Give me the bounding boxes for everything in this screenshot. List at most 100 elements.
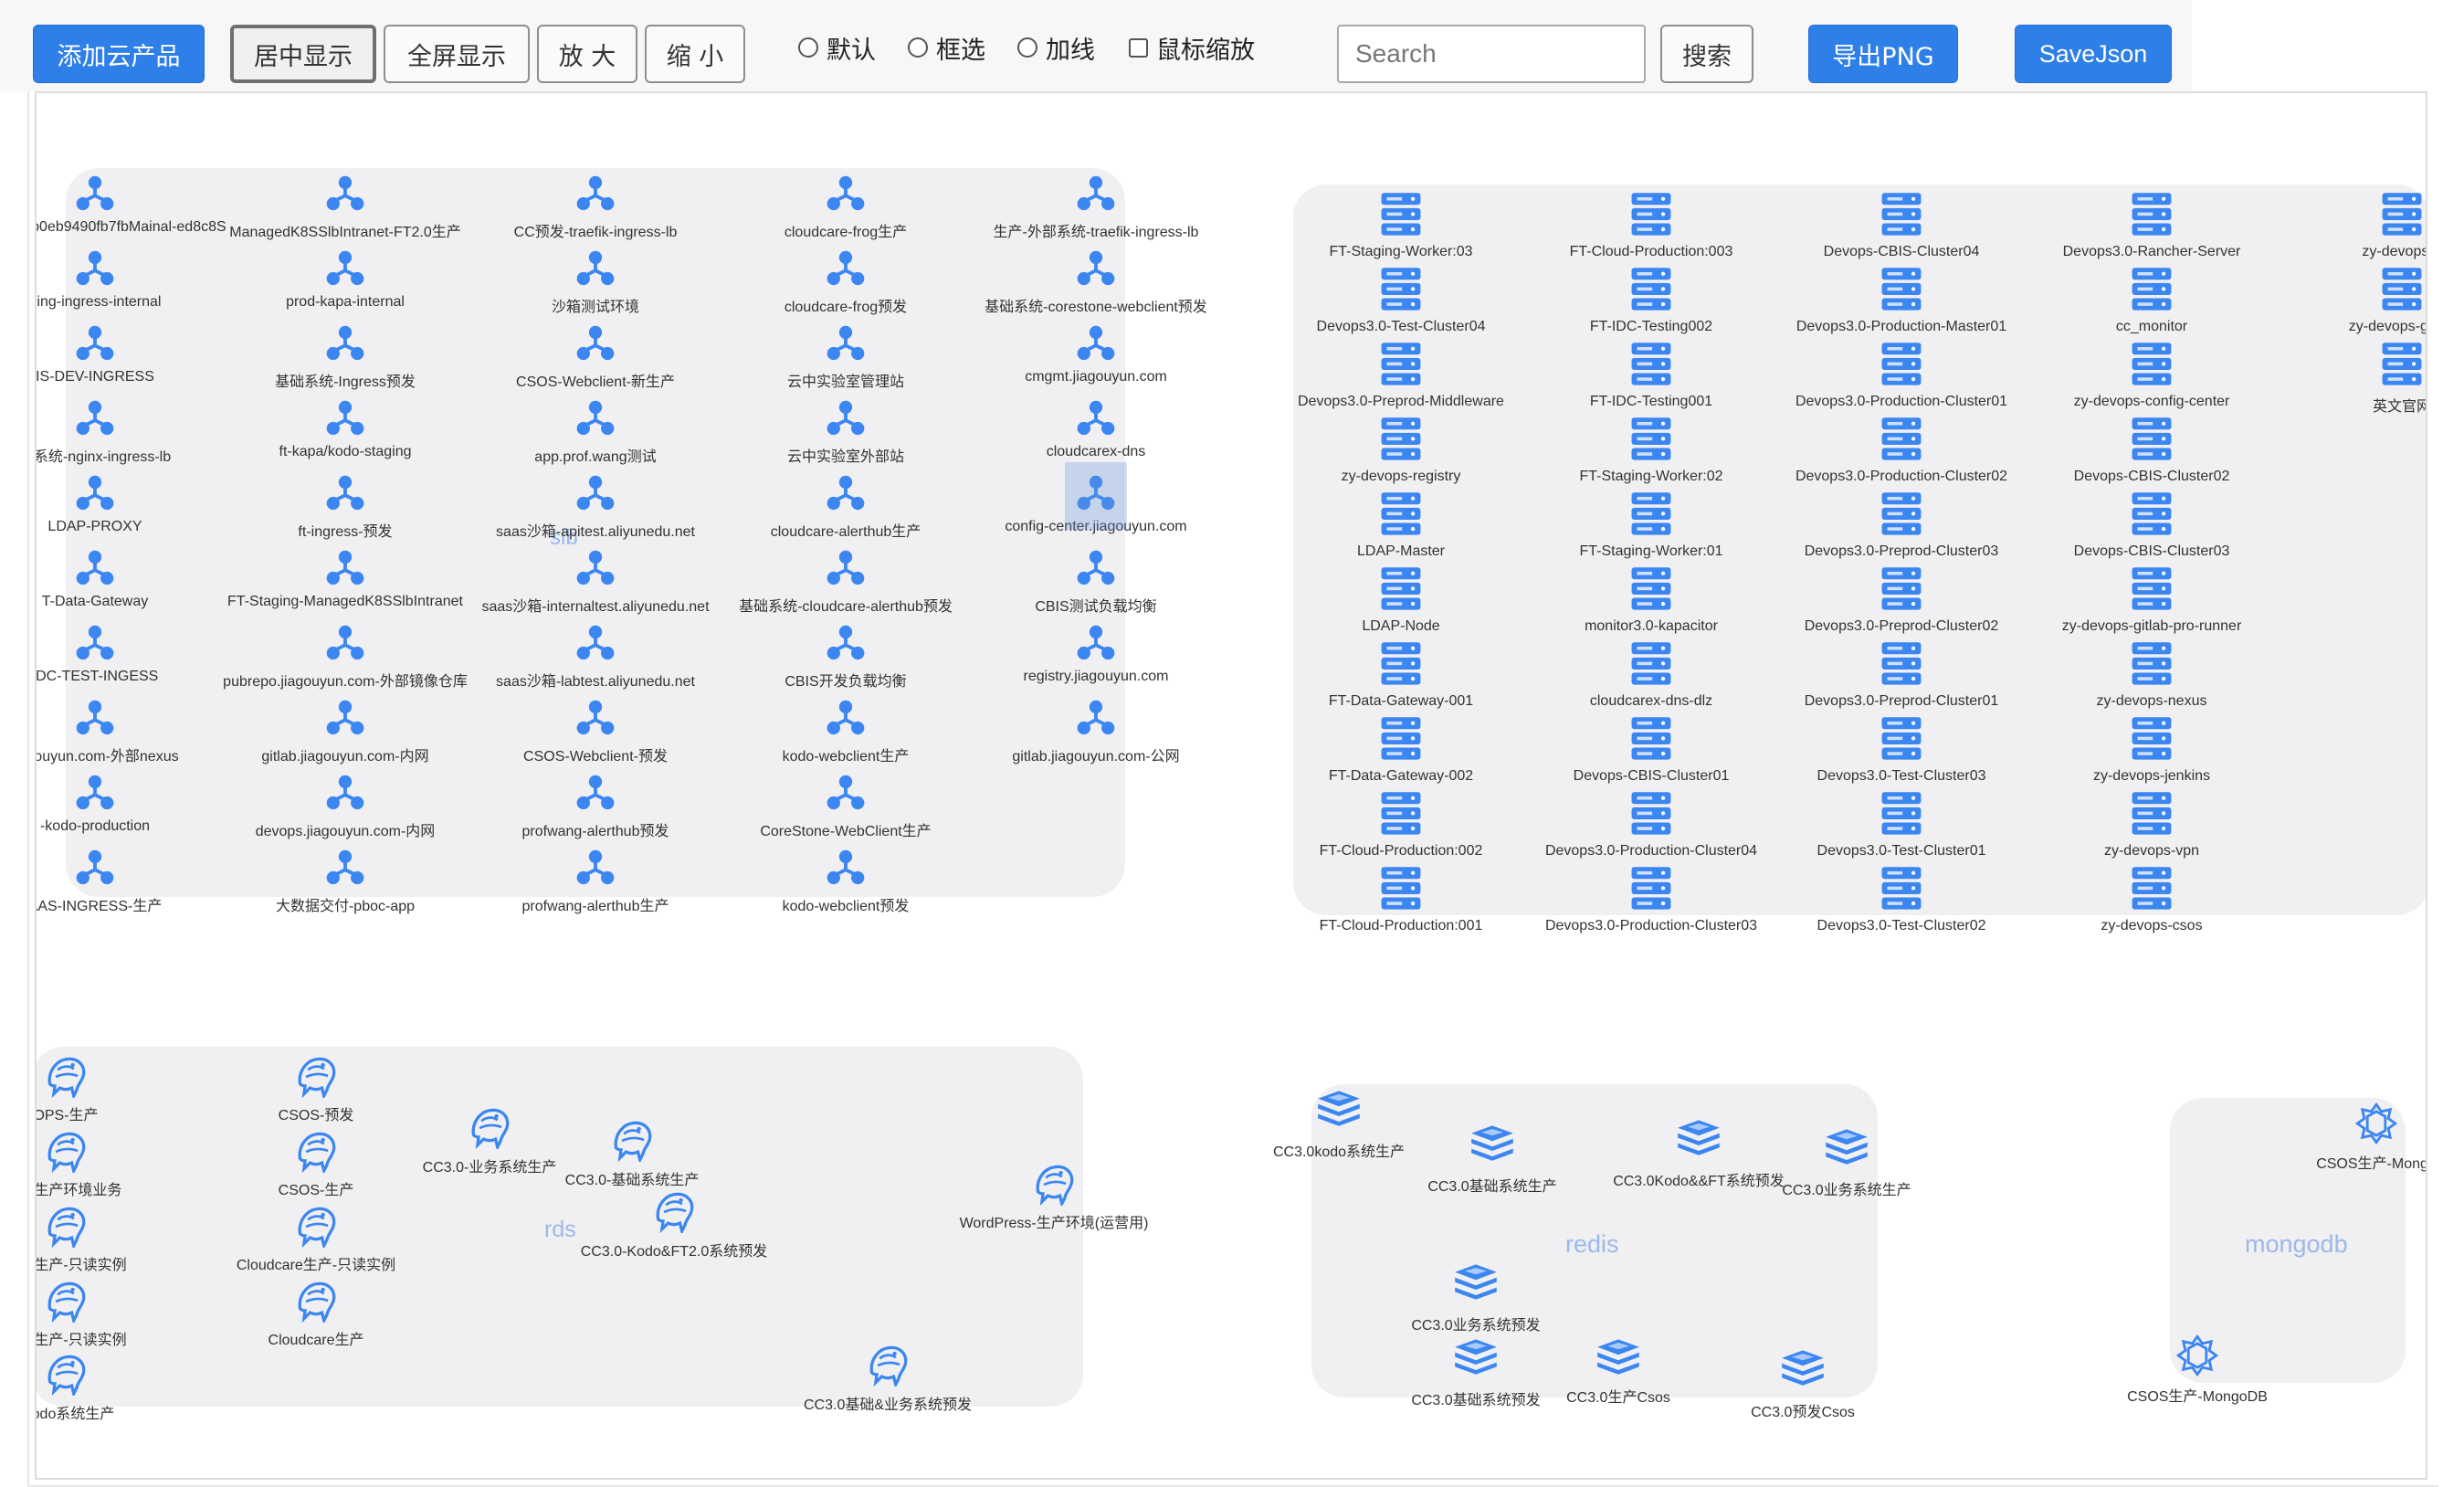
slb-icon (1075, 248, 1117, 289)
checkbox-square-icon (1129, 37, 1148, 58)
node-label: CC3.0预发Csos (1751, 1405, 1855, 1420)
node-label: WordPress-生产环境(运营用) (959, 1216, 1149, 1231)
node-label: gitlab.jiagouyun.com-公网 (1012, 749, 1180, 765)
mongodb-hexagon-icon (2354, 1102, 2398, 1145)
server-icon (2379, 192, 2425, 237)
slb-icon (825, 248, 867, 289)
save-json-button[interactable]: SaveJson (2015, 25, 2172, 83)
node-label: Devops-CBIS-Cluster04 (1823, 244, 1980, 259)
node-label: 云中实验室外部站 (786, 449, 905, 465)
node-label: zy-devops-nexus (2096, 693, 2207, 709)
rds-group-label: rds (544, 1217, 576, 1242)
node-label: cloudcarex-dns-dlz (1589, 693, 1713, 709)
slb-icon (574, 398, 616, 438)
slb-icon (324, 323, 366, 364)
node-label: CSOS生产-MongoDB (2127, 1389, 2268, 1405)
slb-icon (574, 848, 616, 888)
node-label: CC3.0kodo系统生产 (1272, 1144, 1406, 1160)
mysql-dolphin-icon (294, 1054, 338, 1098)
fullscreen-button[interactable]: 全屏显示 (384, 25, 530, 83)
node-label: jiagouyun.com-外部nexus (35, 749, 179, 765)
server-icon (1879, 566, 1924, 612)
mode-default-label: 默认 (827, 36, 876, 65)
node-label: Devops-CBIS-Cluster03 (2073, 543, 2230, 559)
slb-icon (324, 698, 366, 738)
mode-box-select-label: 框选 (936, 36, 985, 65)
slb-icon (324, 398, 366, 438)
node-label: 基础系统-corestone-webclient预发 (985, 300, 1207, 315)
toolbar: 添加云产品 居中显示 全屏显示 放 大 缩 小 默认 框选 加线 鼠标缩放 搜索… (0, 0, 2192, 91)
mysql-dolphin-icon (610, 1118, 654, 1162)
slb-icon (574, 623, 616, 663)
node-label: zy-devops-gitlab (2348, 319, 2426, 334)
node-label: CC3.0-基础系统生产 (564, 1173, 700, 1188)
node-label: FT-Cloud-Production:003 (1569, 244, 1733, 259)
mode-default-radio[interactable]: 默认 (798, 29, 876, 66)
radio-circle-icon (798, 37, 818, 58)
server-icon (2129, 417, 2174, 462)
node-label: Cloudcare生产-只读实例 (236, 1258, 396, 1273)
mouse-zoom-checkbox[interactable]: 鼠标缩放 (1129, 29, 1255, 66)
mysql-dolphin-icon (294, 1279, 338, 1323)
mode-box-select-radio[interactable]: 框选 (908, 29, 985, 66)
slb-icon (74, 323, 116, 364)
slb-icon (574, 773, 616, 813)
slb-icon (574, 323, 616, 364)
slb-icon (324, 174, 366, 214)
server-icon (2129, 342, 2174, 387)
redis-stack-icon (1450, 1262, 1501, 1306)
server-icon (1628, 192, 1674, 237)
node-label: saas沙箱-apitest.aliyunedu.net (496, 524, 695, 540)
node-label: saas沙箱-labtest.aliyunedu.net (496, 674, 695, 690)
node-label: devops.jiagouyun.com-内网 (255, 824, 436, 839)
node-label: CSOS生产-Mongo (2316, 1156, 2427, 1172)
server-icon (2129, 791, 2174, 837)
node-label: CC3.0业务系统预发 (1411, 1318, 1541, 1334)
zoom-out-button[interactable]: 缩 小 (645, 25, 745, 83)
slb-icon (1075, 548, 1117, 588)
search-input[interactable] (1337, 25, 1646, 83)
slb-icon (825, 698, 867, 738)
redis-stack-icon (1450, 1337, 1501, 1381)
search-button[interactable]: 搜索 (1660, 25, 1753, 83)
redis-stack-icon (1777, 1348, 1828, 1392)
node-label: FT-Staging-Worker:02 (1579, 469, 1723, 484)
node-label: T-Data-Gateway (41, 594, 149, 609)
node-label: Cloudcare生产 (268, 1333, 364, 1348)
node-label: gitlab.jiagouyun.com-内网 (261, 749, 429, 765)
node-label: Devops3.0-Production-Cluster01 (1795, 394, 2008, 409)
slb-icon (324, 623, 366, 663)
node-label: profwang-alerthub预发 (521, 824, 669, 839)
node-label: Devops-CBIS-Cluster01 (1573, 768, 1730, 784)
node-label: CC3.0-业务系统生产 (422, 1160, 557, 1176)
node-label: Devops3.0-Test-Cluster04 (1316, 319, 1486, 334)
server-icon (1378, 417, 1424, 462)
server-icon (1628, 866, 1674, 912)
slb-icon (825, 398, 867, 438)
slb-icon (825, 623, 867, 663)
server-icon (1378, 866, 1424, 912)
server-icon (1628, 267, 1674, 312)
node-label: IDC-TEST-INGESS (35, 669, 159, 684)
node-label: app.prof.wang测试 (534, 449, 657, 465)
node-label: Devops3.0-Rancher-Server (2062, 244, 2241, 259)
center-view-button[interactable]: 居中显示 (230, 25, 376, 83)
export-png-button[interactable]: 导出PNG (1808, 25, 1958, 83)
node-label: saas沙箱-internaltest.aliyunedu.net (481, 599, 710, 615)
server-icon (2129, 641, 2174, 687)
node-label: IS-DEV-INGRESS (36, 369, 154, 385)
redis-stack-icon (1313, 1089, 1364, 1133)
server-icon (2379, 267, 2425, 312)
node-label: FT-IDC-Testing002 (1589, 319, 1713, 334)
mode-add-line-radio[interactable]: 加线 (1017, 29, 1095, 66)
slb-icon (825, 323, 867, 364)
node-label: cc_monitor (2115, 319, 2188, 334)
mysql-dolphin-icon (1032, 1162, 1076, 1206)
server-icon (2129, 267, 2174, 312)
zoom-in-button[interactable]: 放 大 (537, 25, 637, 83)
node-label: -c5c433c5b0eb9490fb7fbMainal-ed8c8S (37, 219, 226, 235)
node-label: zy-devops-vpn (2103, 843, 2200, 859)
topology-canvas[interactable]: slbrdsredismongodb-c5c433c5b0eb9490fb7fb… (35, 91, 2427, 1480)
mysql-dolphin-icon (652, 1189, 696, 1233)
add-cloud-product-button[interactable]: 添加云产品 (33, 25, 205, 83)
